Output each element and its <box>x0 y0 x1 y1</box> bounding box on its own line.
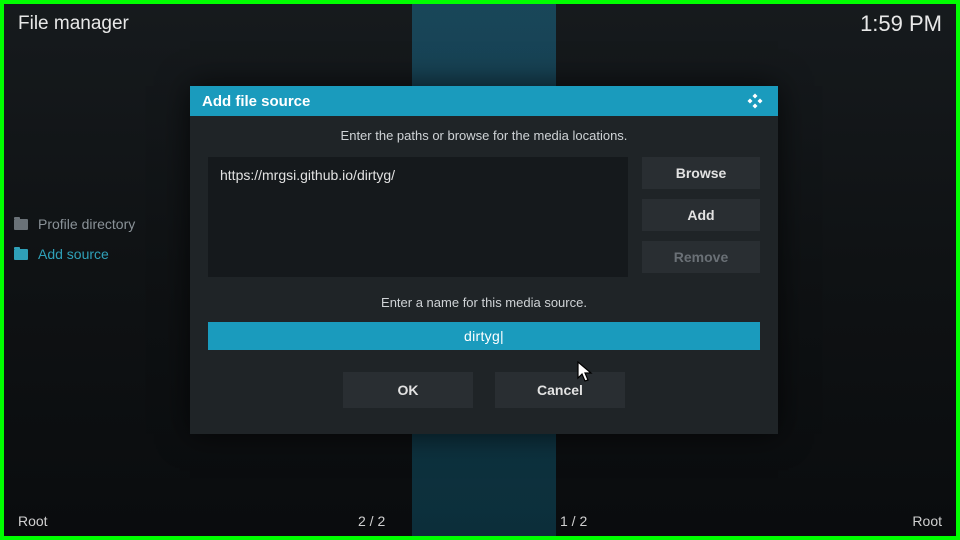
browse-button[interactable]: Browse <box>642 157 760 189</box>
footer-pager-left: 2 / 2 <box>358 513 385 529</box>
name-instruction: Enter a name for this media source. <box>208 295 760 310</box>
dialog-title: Add file source <box>202 93 744 110</box>
folder-icon <box>14 249 28 260</box>
sidebar-item-label: Add source <box>38 246 109 262</box>
path-instruction: Enter the paths or browse for the media … <box>208 128 760 143</box>
add-button[interactable]: Add <box>642 199 760 231</box>
page-title: File manager <box>18 13 860 35</box>
ok-button[interactable]: OK <box>343 372 473 408</box>
cancel-button[interactable]: Cancel <box>495 372 625 408</box>
footer-pager-right: 1 / 2 <box>560 513 587 529</box>
path-input-value: https://mrgsi.github.io/dirtyg/ <box>220 167 395 183</box>
sidebar-item-profile-directory[interactable]: Profile directory <box>14 216 135 232</box>
sidebar-item-add-source[interactable]: Add source <box>14 246 135 262</box>
dialog-header: Add file source <box>190 86 778 116</box>
add-file-source-dialog: Add file source Enter the paths or brows… <box>190 86 778 434</box>
path-input[interactable]: https://mrgsi.github.io/dirtyg/ <box>208 157 628 277</box>
source-name-input[interactable]: dirtyg| <box>208 322 760 350</box>
sidebar: Profile directory Add source <box>14 216 135 262</box>
clock: 1:59 PM <box>860 11 942 37</box>
remove-button: Remove <box>642 241 760 273</box>
footer-right-label: Root <box>912 513 942 529</box>
header-bar: File manager 1:59 PM <box>4 4 956 44</box>
kodi-logo-icon <box>744 90 766 112</box>
source-name-value: dirtyg| <box>464 328 504 344</box>
sidebar-item-label: Profile directory <box>38 216 135 232</box>
footer-left-label: Root <box>18 513 48 529</box>
folder-icon <box>14 219 28 230</box>
footer-bar: Root 2 / 2 1 / 2 Root <box>4 506 956 536</box>
